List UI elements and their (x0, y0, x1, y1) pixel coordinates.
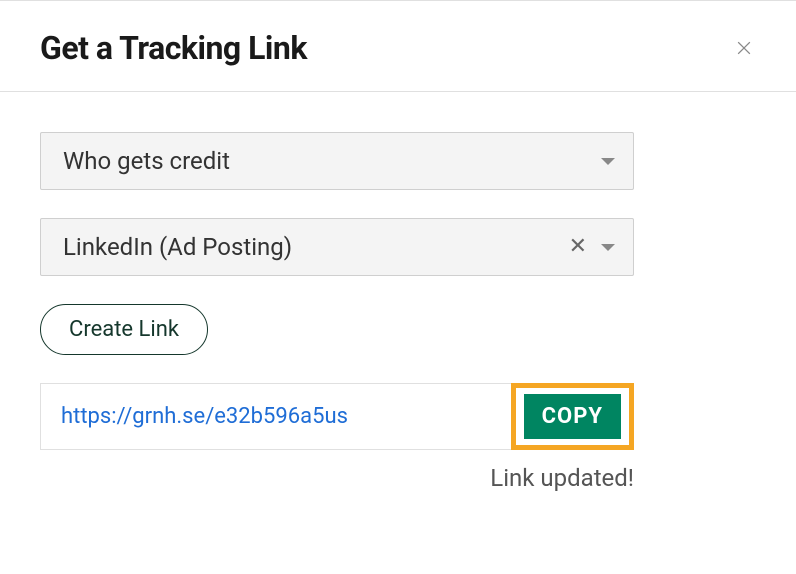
copy-button[interactable]: COPY (524, 394, 621, 439)
chevron-down-icon (601, 158, 615, 165)
status-row: Link updated! (40, 464, 634, 492)
credit-select[interactable]: Who gets credit (40, 132, 634, 190)
source-select-value: LinkedIn (Ad Posting) (63, 233, 569, 261)
modal-header: Get a Tracking Link (0, 1, 796, 92)
source-select[interactable]: LinkedIn (Ad Posting) ✕ (40, 218, 634, 276)
credit-select-placeholder: Who gets credit (63, 147, 601, 175)
copy-highlight: COPY (511, 383, 634, 450)
select-icons (601, 158, 615, 165)
create-link-button[interactable]: Create Link (40, 304, 208, 355)
select-icons: ✕ (569, 236, 615, 258)
clear-icon[interactable]: ✕ (569, 236, 587, 258)
close-icon[interactable] (732, 36, 756, 60)
modal-title: Get a Tracking Link (40, 29, 307, 67)
modal-body: Who gets credit LinkedIn (Ad Posting) ✕ … (0, 92, 796, 492)
status-message: Link updated! (490, 464, 634, 492)
tracking-link-modal: Get a Tracking Link Who gets credit Link… (0, 0, 796, 574)
link-row: COPY (40, 383, 634, 450)
chevron-down-icon (601, 244, 615, 251)
tracking-link-input[interactable] (40, 383, 511, 450)
